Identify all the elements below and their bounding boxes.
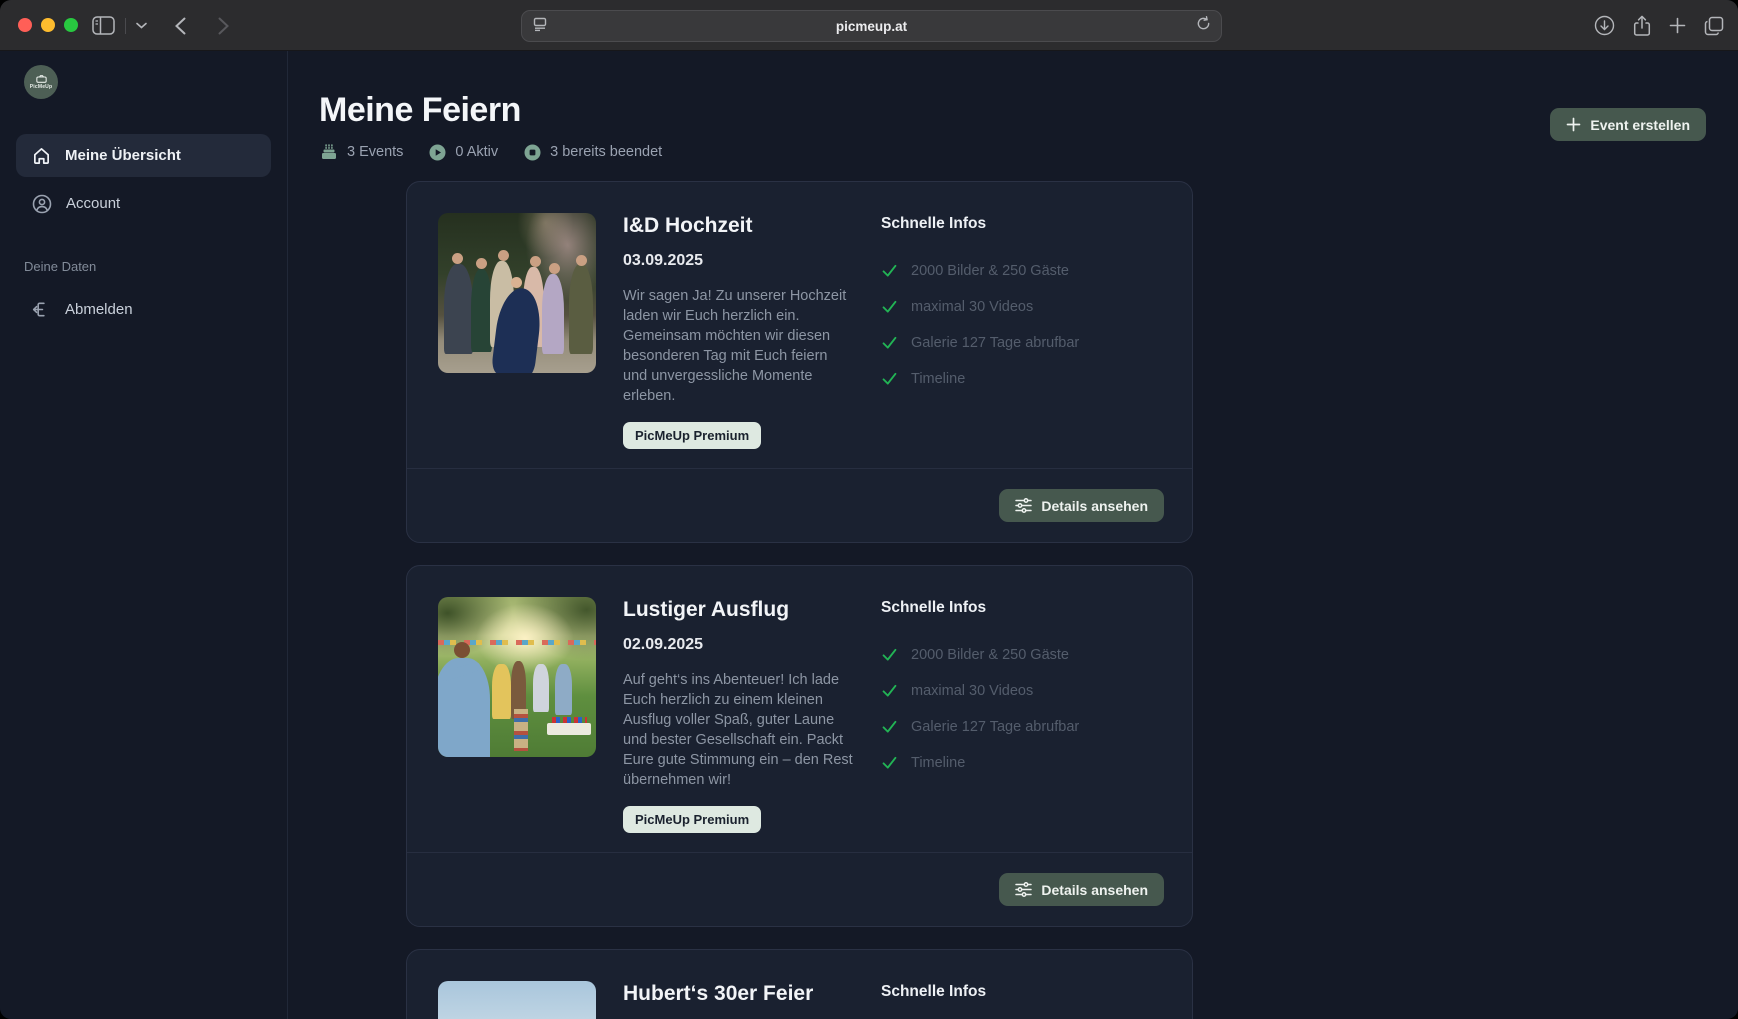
check-icon [881,718,898,735]
app-logo[interactable]: PicMeUp [24,65,58,99]
event-photo-meadow [438,981,596,1019]
forward-button-icon[interactable] [218,17,229,35]
chevron-down-icon[interactable] [136,22,147,29]
stat-label: 0 Aktiv [455,144,498,160]
check-icon [881,334,898,351]
sidebar-section-label: Deine Daten [24,259,271,274]
url-text: picmeup.at [836,19,907,34]
stat-active: 0 Aktiv [429,144,498,161]
details-button-label: Details ansehen [1041,882,1148,898]
quick-infos-list: 2000 Bilder & 250 Gäste maximal 30 Video… [881,262,1161,387]
premium-badge: PicMeUp Premium [623,422,761,449]
stat-events: 3 Events [320,143,403,161]
event-card: Lustiger Ausflug 02.09.2025 Auf geht‘s i… [406,565,1193,927]
downloads-icon[interactable] [1594,15,1615,36]
person-icon [32,194,52,214]
event-description: Auf geht‘s ins Abenteuer! Ich lade Euch … [623,670,855,790]
share-icon[interactable] [1633,15,1651,37]
logout-label: Abmelden [65,301,133,318]
stop-circle-icon [524,144,541,161]
stat-ended: 3 bereits beendet [524,144,662,161]
browser-window: picmeup.at [0,0,1738,1019]
sidebar: PicMeUp Meine Übersicht [0,51,288,1019]
back-button-icon[interactable] [175,17,186,35]
sliders-icon [1015,882,1032,897]
check-icon [881,646,898,663]
play-circle-icon [429,144,446,161]
check-icon [881,298,898,315]
page-settings-icon[interactable] [532,16,548,37]
zoom-window-button[interactable] [64,18,78,32]
event-card: Hubert‘s 30er Feier 02.09.2025 Schnelle … [406,949,1193,1019]
event-date: 03.09.2025 [623,252,855,270]
event-date: 02.09.2025 [623,636,855,654]
info-item: 2000 Bilder & 250 Gäste [881,646,1161,663]
event-title: Lustiger Ausflug [623,597,855,623]
minimize-window-button[interactable] [41,18,55,32]
event-photo-outing [438,597,596,757]
check-icon [881,262,898,279]
event-card-list: I&D Hochzeit 03.09.2025 Wir sagen Ja! Zu… [406,181,1193,1019]
info-item: maximal 30 Videos [881,682,1161,699]
check-icon [881,754,898,771]
create-event-label: Event erstellen [1590,117,1690,133]
new-tab-icon[interactable] [1669,17,1686,34]
sidebar-item-label: Meine Übersicht [65,147,181,164]
premium-badge: PicMeUp Premium [623,806,761,833]
sidebar-toggle-icon[interactable] [92,16,115,35]
tab-overview-icon[interactable] [1704,16,1724,36]
details-button-label: Details ansehen [1041,498,1148,514]
logout-icon [32,300,51,319]
toolbar-separator [125,18,126,34]
quick-infos-title: Schnelle Infos [881,599,1161,617]
quick-infos-title: Schnelle Infos [881,983,1161,1001]
event-description: Wir sagen Ja! Zu unserer Hochzeit laden … [623,286,855,406]
info-item: maximal 30 Videos [881,298,1161,315]
home-icon [32,146,51,165]
info-item: 2000 Bilder & 250 Gäste [881,262,1161,279]
info-item: Galerie 127 Tage abrufbar [881,334,1161,351]
sliders-icon [1015,498,1032,513]
cake-icon [320,143,338,161]
info-item: Galerie 127 Tage abrufbar [881,718,1161,735]
event-stats: 3 Events 0 Aktiv [320,143,662,161]
reload-icon[interactable] [1196,16,1211,36]
page-title: Meine Feiern [319,91,521,130]
camera-icon [36,75,47,83]
info-item: Timeline [881,754,1161,771]
logo-text: PicMeUp [30,84,53,90]
window-controls [18,18,78,32]
sidebar-item-logout[interactable]: Abmelden [16,288,271,331]
address-bar[interactable]: picmeup.at [521,10,1222,42]
main-content: Meine Feiern 3 Events [288,51,1738,1019]
close-window-button[interactable] [18,18,32,32]
plus-icon [1566,117,1581,132]
check-icon [881,370,898,387]
create-event-button[interactable]: Event erstellen [1550,108,1706,141]
event-photo-wedding [438,213,596,373]
stat-label: 3 bereits beendet [550,144,662,160]
sidebar-item-overview[interactable]: Meine Übersicht [16,134,271,177]
sidebar-item-label: Account [66,195,120,212]
details-button[interactable]: Details ansehen [999,489,1164,522]
browser-toolbar: picmeup.at [0,0,1738,51]
quick-infos-list: 2000 Bilder & 250 Gäste maximal 30 Video… [881,646,1161,771]
event-title: Hubert‘s 30er Feier [623,981,855,1007]
stat-label: 3 Events [347,144,403,160]
event-card: I&D Hochzeit 03.09.2025 Wir sagen Ja! Zu… [406,181,1193,543]
sidebar-item-account[interactable]: Account [16,182,271,225]
event-title: I&D Hochzeit [623,213,855,239]
check-icon [881,682,898,699]
quick-infos-title: Schnelle Infos [881,215,1161,233]
info-item: Timeline [881,370,1161,387]
details-button[interactable]: Details ansehen [999,873,1164,906]
